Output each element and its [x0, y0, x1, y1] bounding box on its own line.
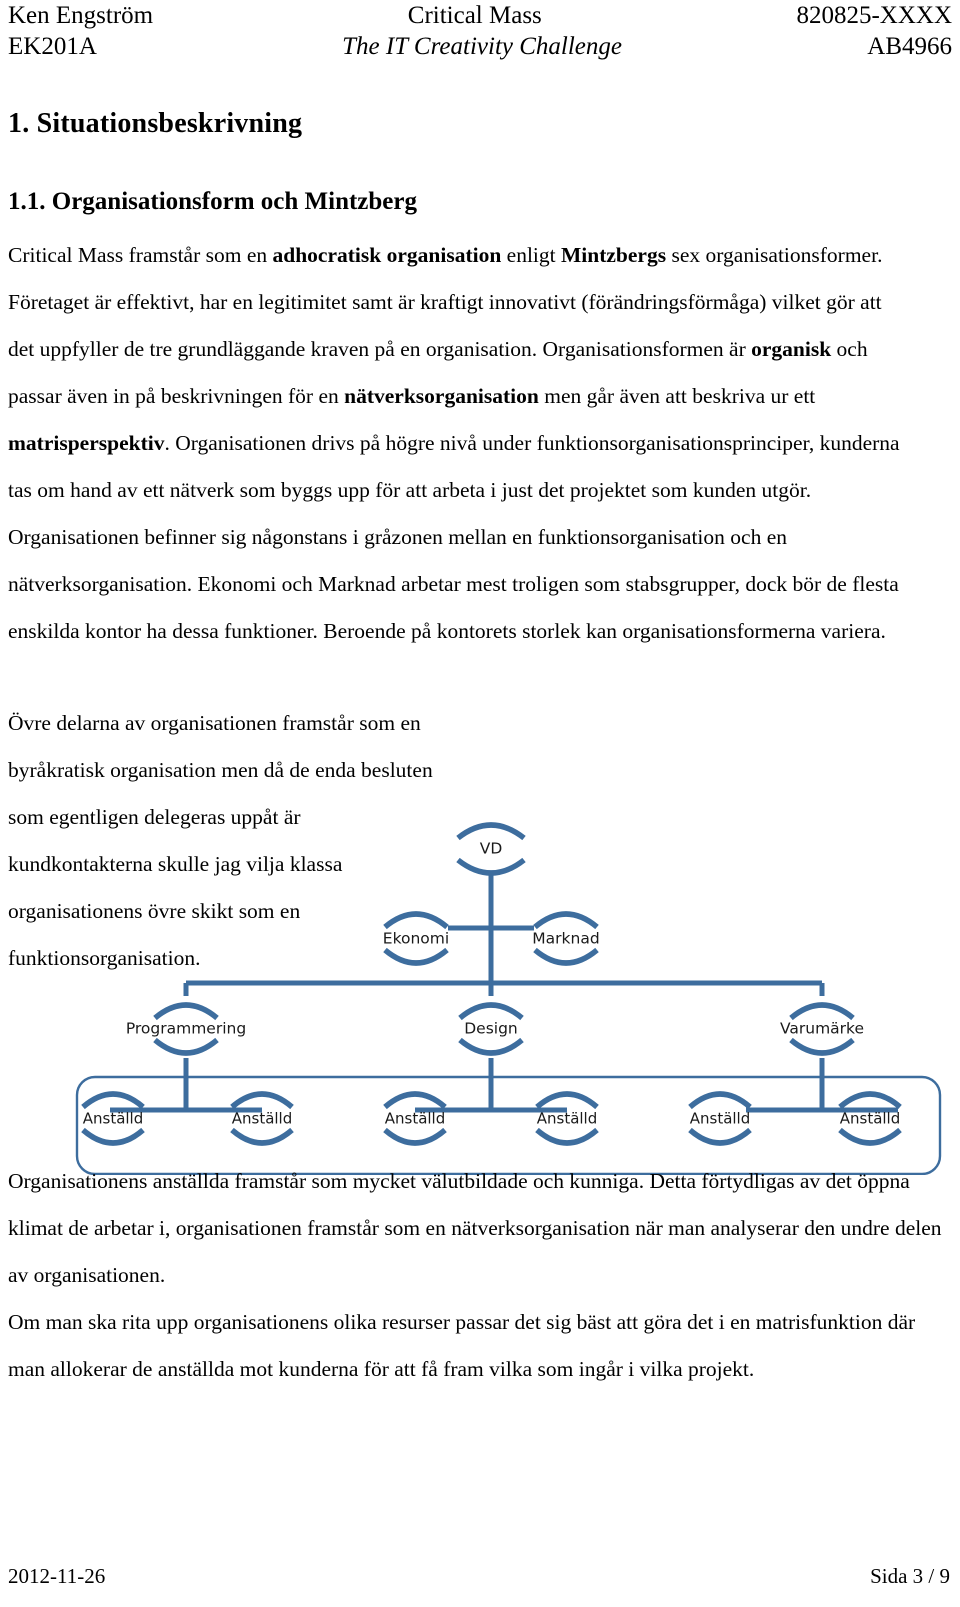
node-arc-top: [535, 1091, 599, 1110]
organization-chart: VD Ekonomi Marknad Programmering Design: [0, 780, 960, 1175]
paragraph-text-run: men går även att beskriva ur ett: [538, 384, 816, 408]
paragraph-bold-natverksorganisation: nätverksorganisation: [344, 384, 539, 408]
header-document-subtitle: The IT Creativity Challenge: [342, 33, 622, 60]
org-node-label-varumarke: Varumärke: [780, 1020, 864, 1038]
page-footer: 2012-11-26 Sida 3 / 9: [8, 1563, 950, 1589]
header-course-code: EK201A: [8, 33, 97, 60]
node-arc-bottom: [535, 1127, 599, 1146]
header-author-name: Ken Engström: [8, 2, 154, 29]
node-arc-bottom: [838, 1127, 902, 1146]
header-row-1: Ken Engström Critical Mass 820825-XXXX: [8, 0, 952, 31]
node-arc-top: [533, 911, 599, 930]
org-node-label-anstalld-1: Anställd: [83, 1110, 144, 1128]
node-arc-top: [230, 1091, 294, 1110]
header-row-2: EK201A The IT Creativity Challenge AB496…: [8, 31, 952, 62]
paragraph-block-intro: Critical Mass framstår som en adhocratis…: [8, 232, 908, 655]
org-node-vd: VD: [456, 822, 526, 876]
org-node-label-anstalld-6: Anställd: [840, 1110, 901, 1128]
node-arc-bottom: [789, 1037, 855, 1056]
footer-date: 2012-11-26: [8, 1564, 106, 1588]
paragraph-employees: Organisationens anställda framstår som m…: [8, 1169, 942, 1287]
page-header: Ken Engström Critical Mass 820825-XXXX E…: [8, 0, 952, 62]
paragraph-block-closing: Organisationens anställda framstår som m…: [8, 1158, 952, 1393]
org-node-anstalld-1: Anställd: [81, 1091, 145, 1146]
paragraph-text-run: Critical Mass framstår som en: [8, 243, 273, 267]
org-node-label-programmering: Programmering: [126, 1020, 246, 1038]
section-heading-1: 1. Situationsbeskrivning: [8, 108, 303, 139]
org-node-label-anstalld-3: Anställd: [385, 1110, 446, 1128]
node-arc-bottom: [81, 1127, 145, 1146]
org-node-anstalld-3: Anställd: [383, 1091, 447, 1146]
node-arc-top: [458, 1002, 524, 1021]
header-student-id: AB4966: [867, 33, 952, 60]
paragraph-matrix: Om man ska rita upp organisationens olik…: [8, 1310, 916, 1381]
header-personal-id: 820825-XXXX: [796, 2, 952, 29]
org-node-label-marknad: Marknad: [532, 930, 599, 948]
section-heading-1-1: 1.1. Organisationsform och Mintzberg: [8, 188, 417, 215]
org-node-label-ekonomi: Ekonomi: [383, 930, 449, 948]
node-arc-top: [789, 1002, 855, 1021]
org-node-anstalld-5: Anställd: [688, 1091, 752, 1146]
node-arc-bottom: [533, 947, 599, 966]
node-arc-bottom: [458, 1037, 524, 1056]
node-arc-bottom: [688, 1127, 752, 1146]
node-arc-bottom: [230, 1127, 294, 1146]
org-node-programmering: Programmering: [126, 1002, 246, 1056]
org-node-label-vd: VD: [480, 840, 503, 858]
org-node-design: Design: [458, 1002, 524, 1056]
paragraph-bold-adhocratisk-organisation: adhocratisk organisation: [272, 243, 502, 267]
node-arc-top: [688, 1091, 752, 1110]
node-arc-bottom: [383, 1127, 447, 1146]
node-arc-bottom: [383, 947, 449, 966]
node-arc-top: [456, 822, 526, 841]
node-arc-top: [153, 1002, 219, 1021]
org-node-anstalld-6: Anställd: [838, 1091, 902, 1146]
header-document-title: Critical Mass: [407, 2, 542, 29]
paragraph-bold-matrisperspektiv: matrisperspektiv: [8, 431, 165, 455]
org-node-anstalld-4: Anställd: [535, 1091, 599, 1146]
node-arc-top: [383, 911, 449, 930]
node-arc-top: [81, 1091, 145, 1110]
paragraph-text-run: . Organisationen drivs på högre nivå und…: [8, 431, 900, 643]
node-arc-top: [383, 1091, 447, 1110]
org-node-ekonomi: Ekonomi: [383, 911, 449, 966]
paragraph-bold-organisk: organisk: [751, 337, 832, 361]
org-node-label-design: Design: [464, 1020, 518, 1038]
footer-page-number: Sida 3 / 9: [870, 1564, 950, 1588]
node-arc-top: [838, 1091, 902, 1110]
org-node-marknad: Marknad: [532, 911, 600, 966]
node-arc-bottom: [456, 857, 526, 876]
paragraph-text-run: enligt: [501, 243, 561, 267]
org-node-anstalld-2: Anställd: [230, 1091, 294, 1146]
paragraph-bold-mintzbergs: Mintzbergs: [561, 243, 667, 267]
org-node-varumarke: Varumärke: [780, 1002, 864, 1056]
org-node-label-anstalld-4: Anställd: [537, 1110, 598, 1128]
node-arc-bottom: [153, 1037, 219, 1056]
org-node-label-anstalld-2: Anställd: [232, 1110, 293, 1128]
org-node-label-anstalld-5: Anställd: [690, 1110, 751, 1128]
